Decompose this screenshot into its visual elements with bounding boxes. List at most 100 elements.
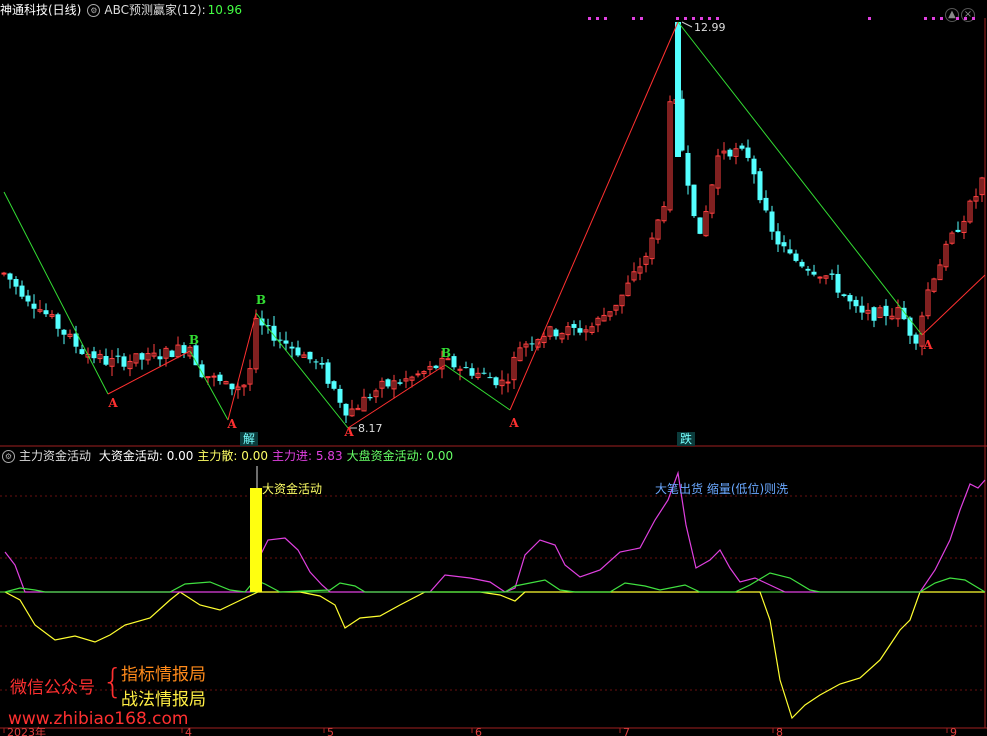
peak-candle xyxy=(675,22,681,157)
signal-dot xyxy=(632,17,635,20)
zigzag-segment xyxy=(677,21,923,336)
candle-body xyxy=(787,249,793,254)
candle-body xyxy=(913,334,919,344)
candle-body xyxy=(697,217,703,234)
zigzag-segment xyxy=(347,364,446,429)
signal-dot xyxy=(708,17,711,20)
signal-dot xyxy=(588,17,591,20)
signal-dot xyxy=(972,17,975,20)
candle-body xyxy=(685,152,691,186)
wave-label-B: B xyxy=(441,346,451,360)
candle-body xyxy=(781,242,787,247)
candle-body xyxy=(385,379,391,387)
candle-body xyxy=(847,295,853,302)
wave-label-A: A xyxy=(343,425,354,439)
candle-body xyxy=(691,184,697,217)
signal-dot xyxy=(932,17,935,20)
signal-dot xyxy=(940,17,943,20)
candle-body xyxy=(25,295,31,302)
big-money-bar xyxy=(250,488,262,592)
candle-body xyxy=(775,231,781,245)
candle-body xyxy=(139,353,145,360)
big-money-label: 大资金活动 xyxy=(262,481,322,496)
watermark-line1: 指标情报局 xyxy=(121,665,206,685)
wave-label-A: A xyxy=(922,338,933,352)
candle-body xyxy=(115,355,121,357)
candle-body xyxy=(487,377,493,379)
candle-body xyxy=(727,149,733,157)
watermark-line2: 战法情报局 xyxy=(121,690,206,710)
candle-body xyxy=(1,272,7,275)
candle-body xyxy=(313,361,319,363)
candle-body xyxy=(739,145,745,149)
candle-body xyxy=(19,285,25,297)
candle-body xyxy=(337,388,343,403)
candle-body xyxy=(367,397,373,399)
x-axis-label: 7 xyxy=(623,726,630,736)
badge-jie: 解 xyxy=(240,432,259,446)
candle-body xyxy=(31,303,37,309)
candle-body xyxy=(811,271,817,275)
candle-body xyxy=(121,356,127,367)
candle-body xyxy=(571,324,577,328)
watermark-site: www.zhibiao168.com xyxy=(8,709,189,729)
candle-body xyxy=(169,350,175,357)
candle-body xyxy=(343,403,349,416)
candle-body xyxy=(751,158,757,175)
candle-body xyxy=(415,373,421,376)
candle-body xyxy=(577,328,583,333)
candle-body xyxy=(883,305,889,317)
high-pointer xyxy=(681,21,693,28)
x-axis-label: 8 xyxy=(776,726,783,736)
candle-body xyxy=(853,299,859,307)
zigzag-segment xyxy=(921,274,986,336)
candle-body xyxy=(217,374,223,381)
candle-body xyxy=(481,372,487,374)
zigzag-segment xyxy=(255,312,349,429)
candle-body xyxy=(433,365,439,369)
candle-body xyxy=(295,347,301,356)
candle-body xyxy=(43,310,49,315)
wave-label-B: B xyxy=(256,293,266,307)
candle-body xyxy=(529,343,535,345)
candle-body xyxy=(61,329,67,335)
candle-body xyxy=(835,273,841,293)
candle-body xyxy=(157,356,163,360)
candle-body xyxy=(397,382,403,384)
signal-dot xyxy=(684,17,687,20)
candle-body xyxy=(289,346,295,349)
chart-canvas[interactable]: ABABABAA12.998.17大资金活动 大笔出货 缩量(低位)则洗2023年… xyxy=(0,0,987,736)
signal-dot xyxy=(692,17,695,20)
candle-body xyxy=(319,363,325,365)
candle-body xyxy=(13,279,19,287)
candle-body xyxy=(229,383,235,390)
candle-body xyxy=(103,356,109,365)
high-price-label: 12.99 xyxy=(694,21,726,34)
wave-label-A: A xyxy=(107,396,118,410)
candle-body xyxy=(325,362,331,384)
candle-body xyxy=(955,229,961,232)
sell-label: 大笔出货 缩量(低位)则洗 xyxy=(655,481,788,496)
candle-body xyxy=(757,171,763,201)
candle-body xyxy=(553,329,559,337)
candle-body xyxy=(769,211,775,232)
signal-dot xyxy=(700,17,703,20)
candle-body xyxy=(211,375,217,378)
x-axis-label: 9 xyxy=(950,726,957,736)
signal-dot xyxy=(956,17,959,20)
wave-label-A: A xyxy=(508,416,519,430)
broad-market-line xyxy=(4,572,986,593)
signal-dot xyxy=(676,17,679,20)
candle-body xyxy=(205,376,211,379)
signal-dot xyxy=(716,17,719,20)
zigzag-segment xyxy=(189,350,229,421)
main-force-enter-line xyxy=(4,470,986,593)
wave-label-A: A xyxy=(226,417,237,431)
candle-body xyxy=(829,273,835,275)
candle-body xyxy=(817,276,823,279)
signal-dot xyxy=(868,17,871,20)
candle-body xyxy=(283,340,289,344)
watermark-wechat: 微信公众号 xyxy=(10,678,95,698)
signal-dot xyxy=(924,17,927,20)
candle-body xyxy=(331,381,337,389)
